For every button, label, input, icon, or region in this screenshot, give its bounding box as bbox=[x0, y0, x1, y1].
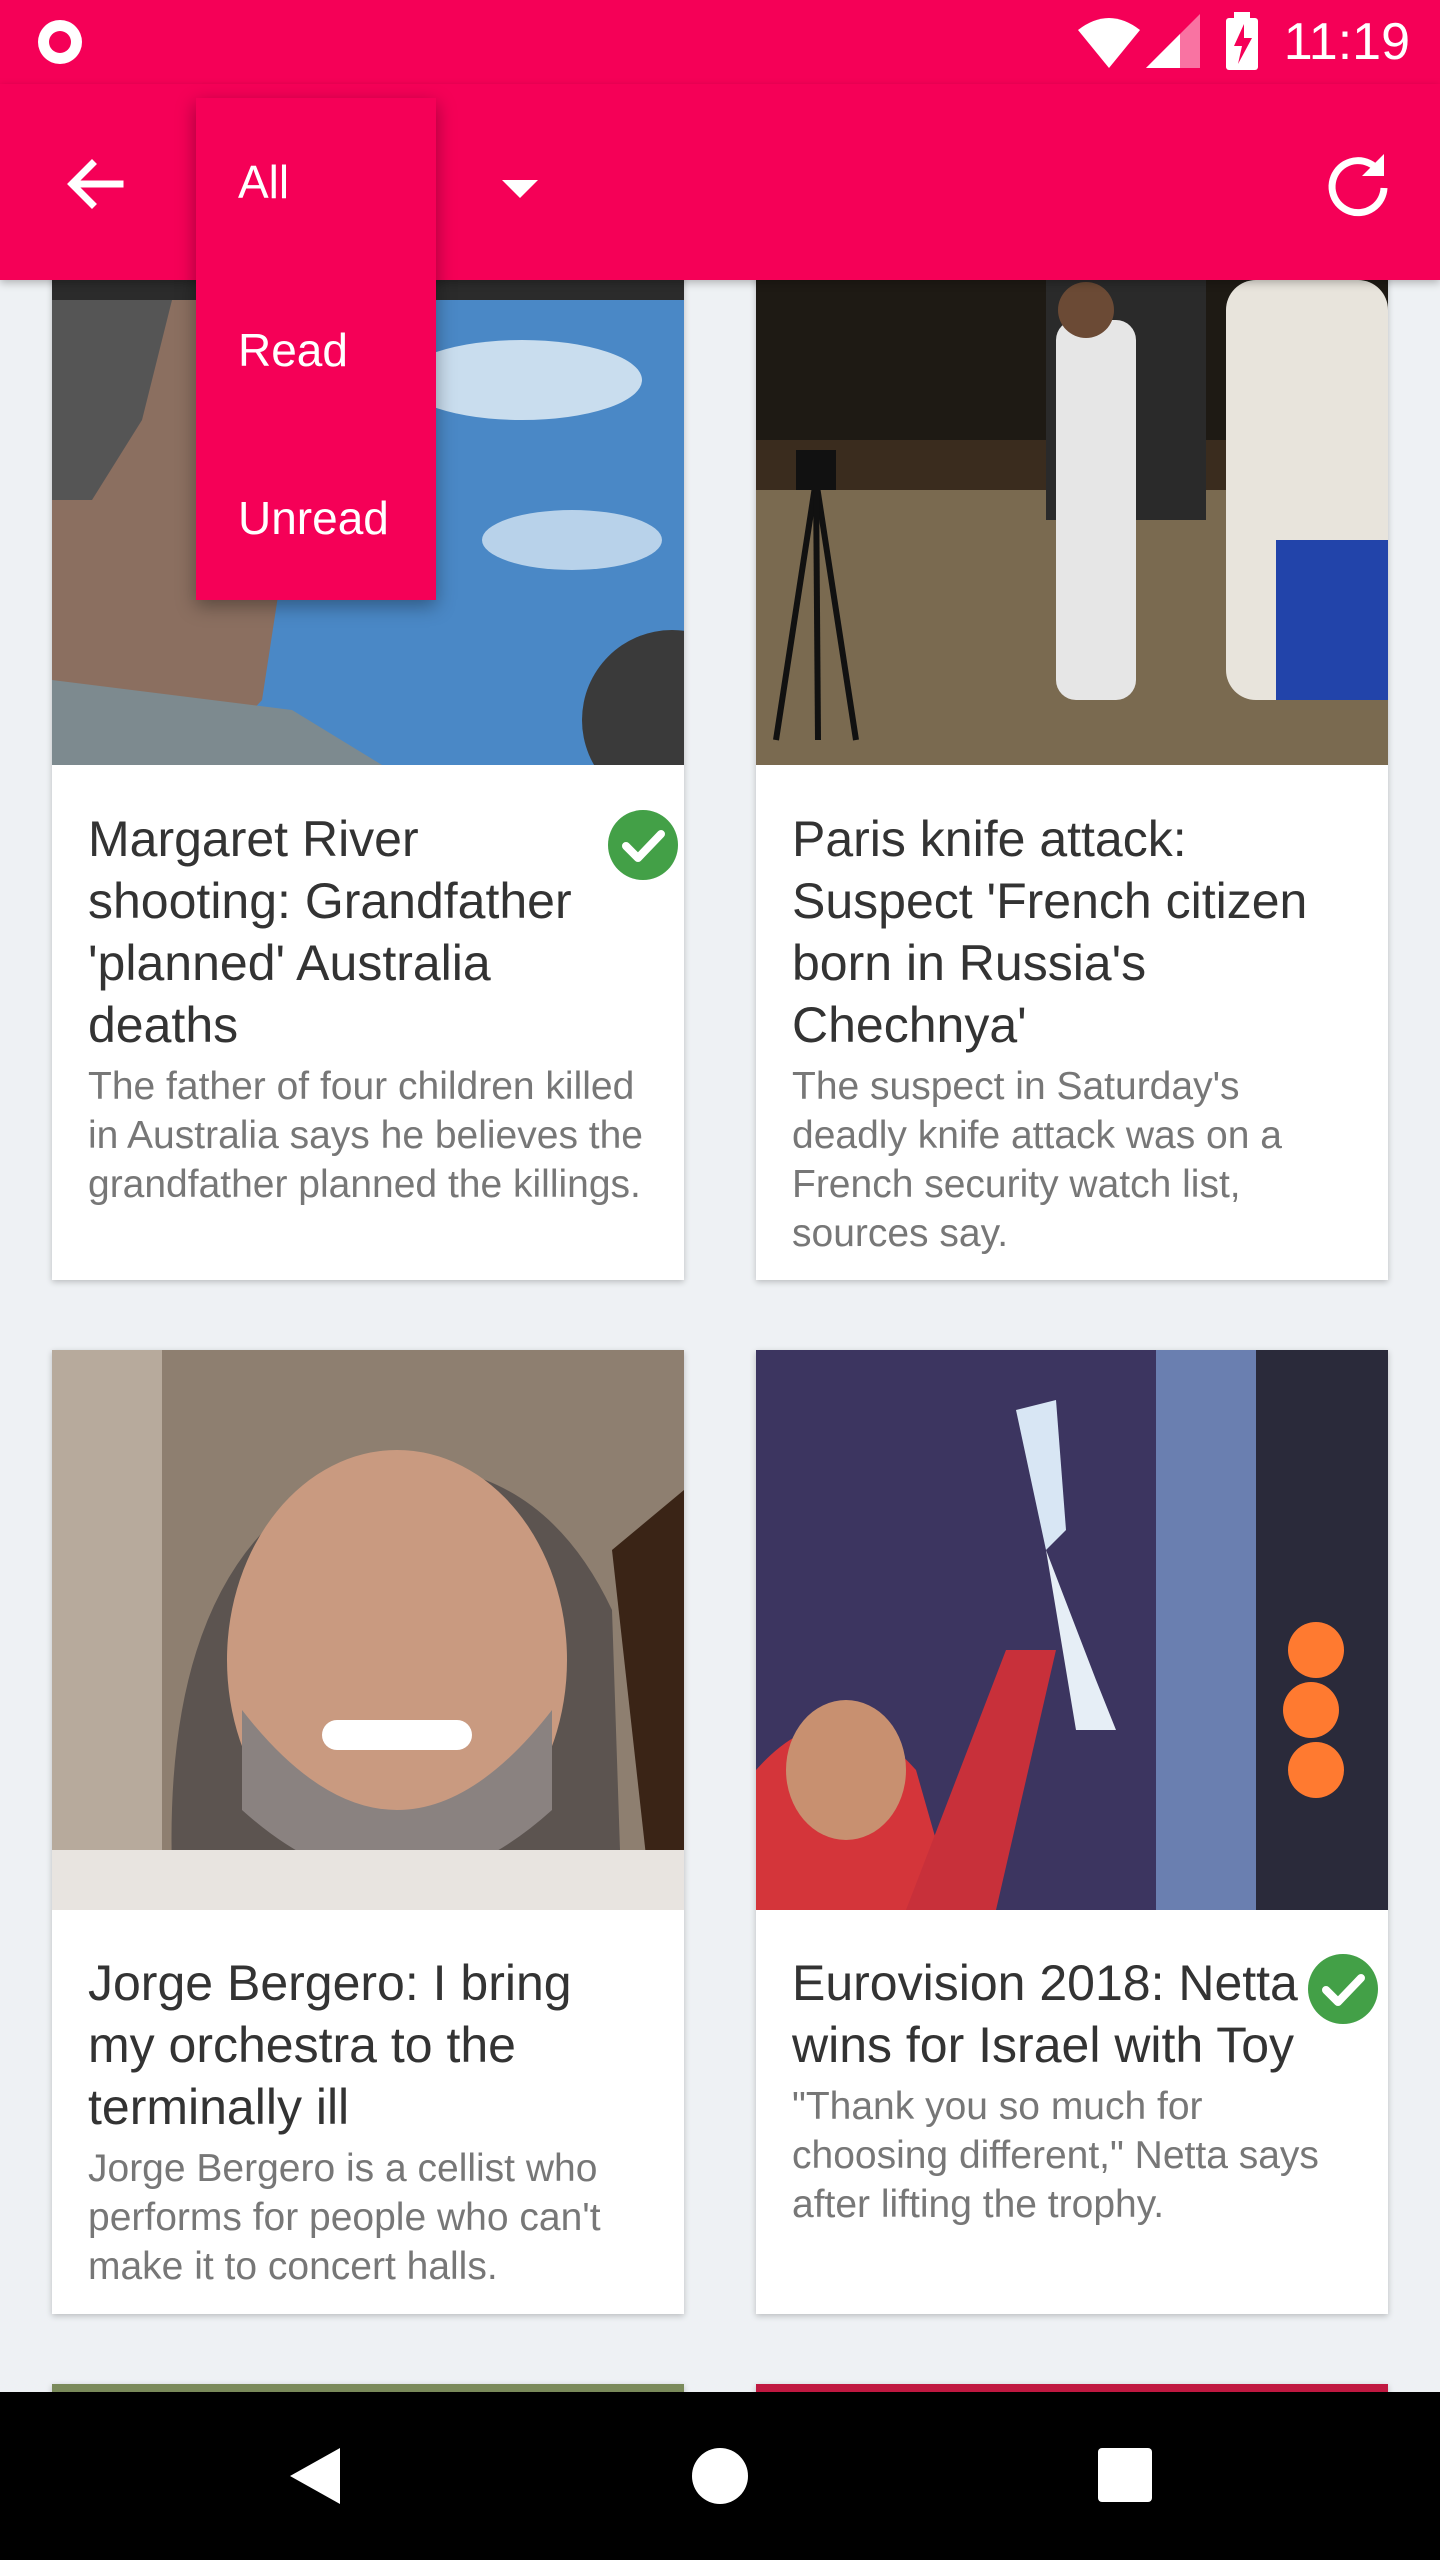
article-title: Eurovision 2018: Netta wins for Israel w… bbox=[792, 1955, 1298, 2073]
article-image bbox=[756, 1350, 1388, 1910]
read-check-icon bbox=[608, 810, 678, 880]
filter-option-unread[interactable]: Unread bbox=[196, 434, 436, 602]
article-title: Jorge Bergero: I bring my orchestra to t… bbox=[88, 1955, 572, 2135]
article-title: Paris knife attack: Suspect 'French citi… bbox=[792, 811, 1308, 1053]
signal-icon bbox=[1146, 14, 1200, 68]
read-check-icon bbox=[1308, 1954, 1378, 2024]
article-description: The suspect in Saturday's deadly knife a… bbox=[792, 1065, 1282, 1255]
article-image bbox=[756, 240, 1388, 765]
article-card[interactable]: Eurovision 2018: Netta wins for Israel w… bbox=[756, 1350, 1388, 2314]
filter-dropdown-menu: All Read Unread bbox=[196, 98, 436, 600]
wifi-icon bbox=[1078, 18, 1140, 68]
nav-back-icon[interactable] bbox=[286, 2446, 342, 2506]
status-time: 11:19 bbox=[1283, 13, 1410, 71]
nav-recents-icon[interactable] bbox=[1098, 2448, 1152, 2502]
refresh-icon[interactable] bbox=[1322, 148, 1394, 220]
article-card[interactable]: Jorge Bergero: I bring my orchestra to t… bbox=[52, 1350, 684, 2314]
article-image bbox=[52, 1350, 684, 1910]
system-nav-bar bbox=[0, 2392, 1440, 2560]
article-description: Jorge Bergero is a cellist who performs … bbox=[88, 2147, 601, 2288]
article-title: Margaret River shooting: Grandfather 'pl… bbox=[88, 811, 572, 1053]
article-card[interactable]: Paris knife attack: Suspect 'French citi… bbox=[756, 240, 1388, 1280]
back-arrow-icon[interactable] bbox=[60, 148, 132, 220]
article-description: "Thank you so much for choosing differen… bbox=[792, 2085, 1319, 2226]
status-bar: 11:19 bbox=[0, 0, 1440, 84]
nav-home-icon[interactable] bbox=[692, 2448, 748, 2504]
article-description: The father of four children killed in Au… bbox=[88, 1065, 643, 1206]
battery-charging-icon bbox=[1226, 12, 1258, 70]
filter-option-read[interactable]: Read bbox=[196, 266, 436, 434]
filter-option-all[interactable]: All bbox=[196, 98, 436, 266]
dropdown-arrow-icon[interactable] bbox=[500, 176, 540, 200]
notification-icon bbox=[38, 20, 82, 64]
